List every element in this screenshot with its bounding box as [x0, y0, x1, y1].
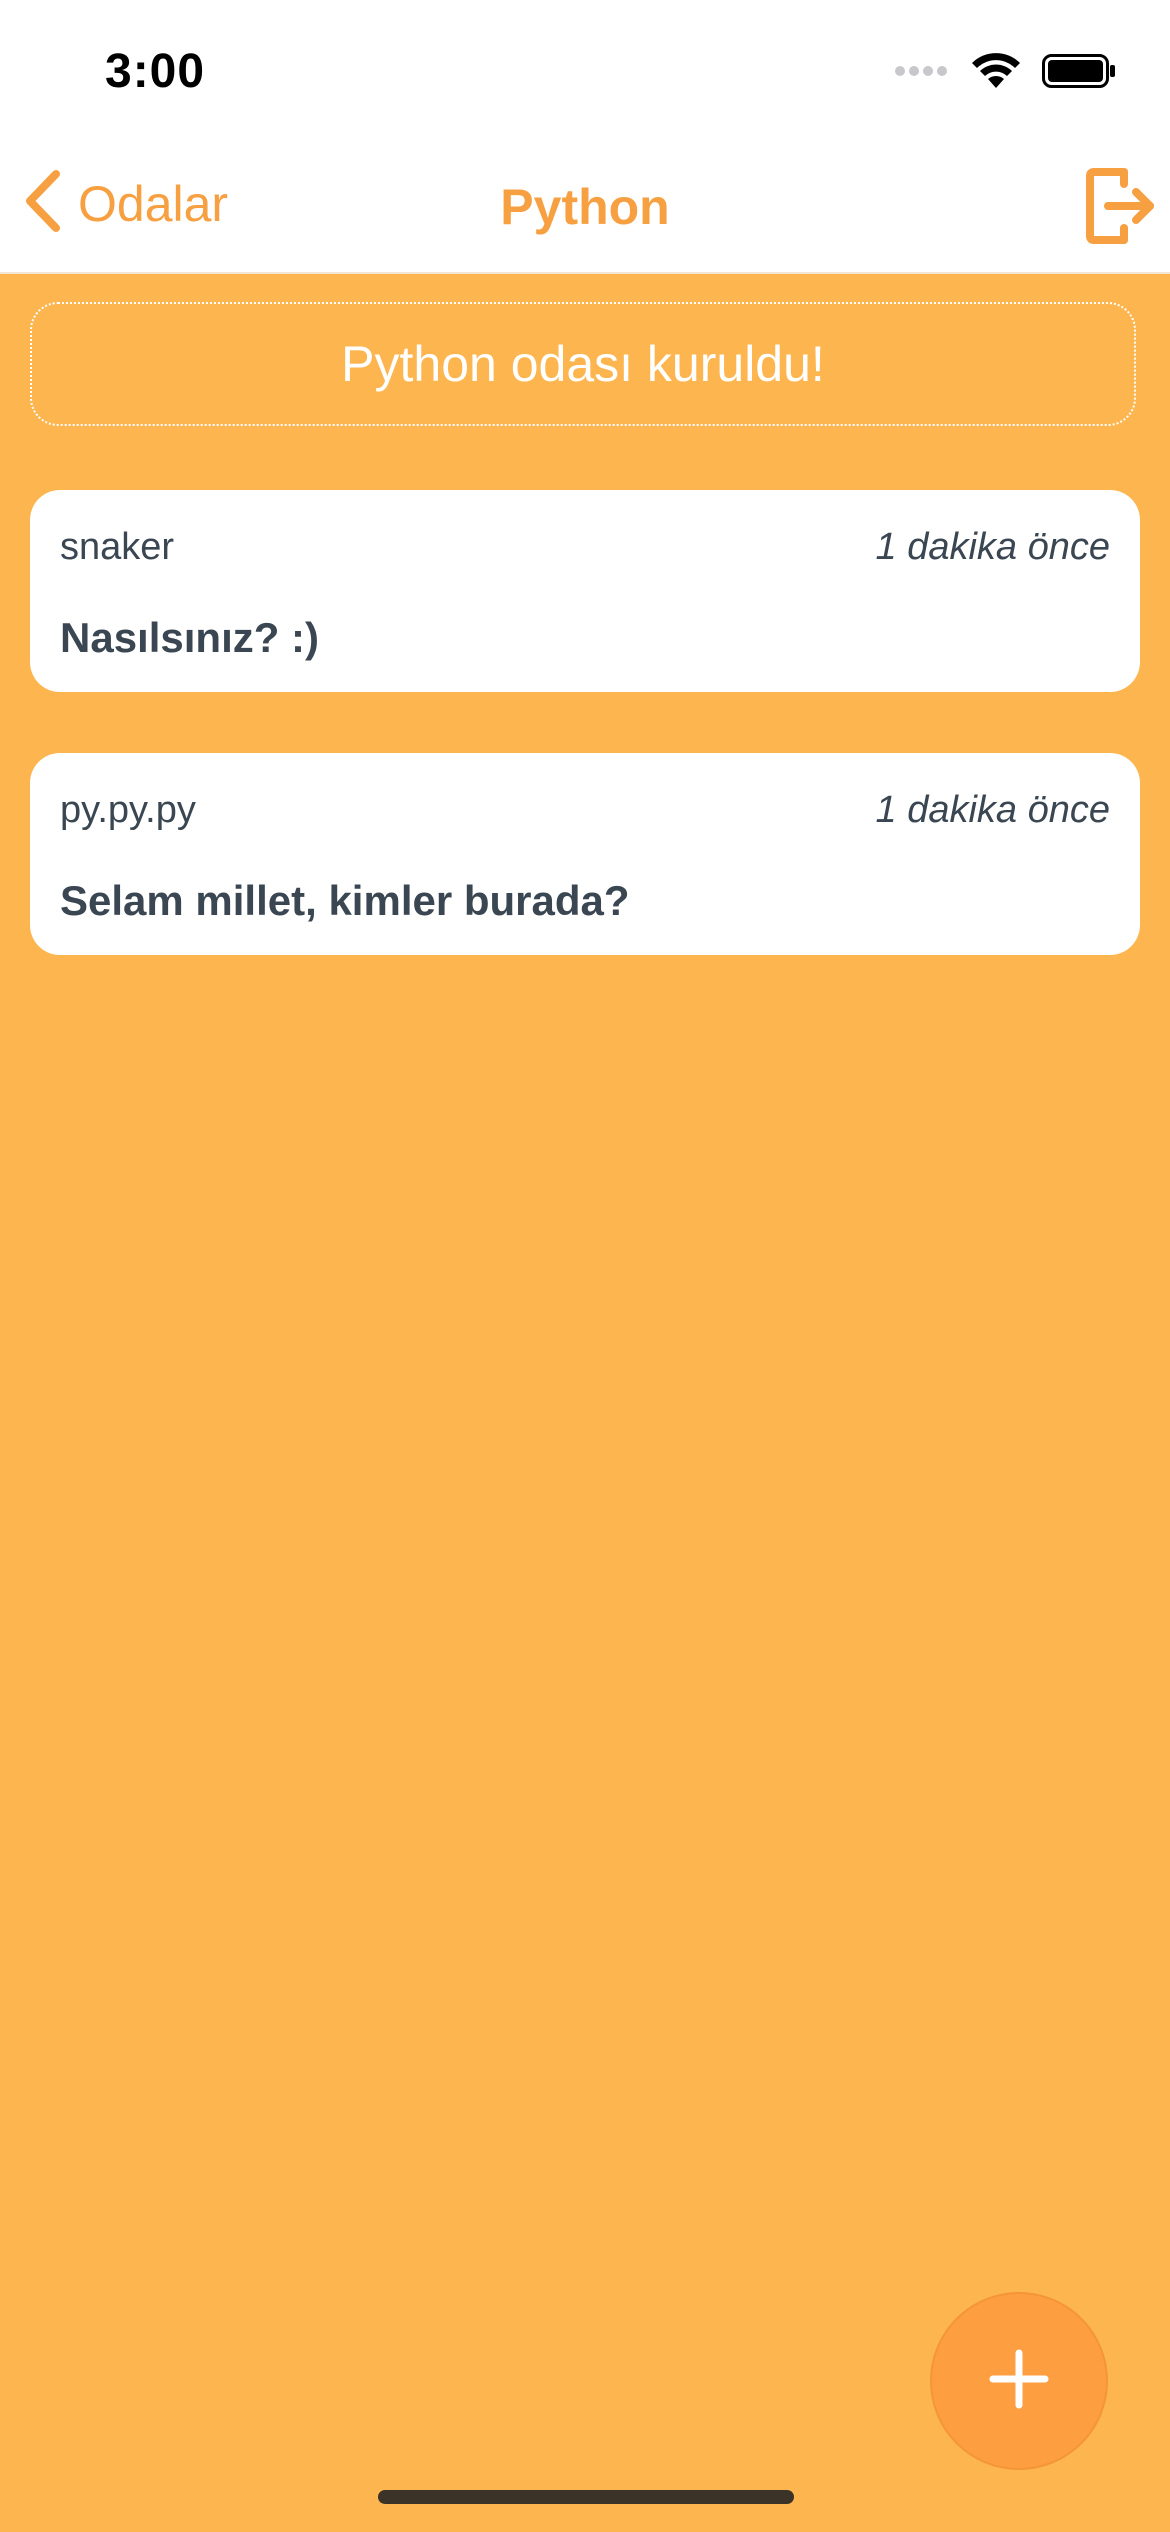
page-title: Python — [500, 179, 670, 235]
room-banner-text: Python odası kuruldu! — [341, 336, 825, 392]
wifi-icon — [970, 52, 1022, 95]
chat-room-screen: 3:00 Odalar Python Python odası kuruldu!… — [0, 0, 1170, 2532]
message-card[interactable]: py.py.py 1 dakika önce Selam millet, kim… — [30, 753, 1140, 955]
message-text: Selam millet, kimler burada? — [60, 877, 630, 924]
signal-icon — [894, 63, 950, 84]
exit-button[interactable] — [1084, 166, 1156, 251]
new-message-button[interactable] — [930, 2292, 1108, 2470]
message-timestamp: 1 dakika önce — [875, 526, 1111, 568]
header-area: 3:00 Odalar Python — [0, 0, 1170, 274]
message-card[interactable]: snaker 1 dakika önce Nasılsınız? :) — [30, 490, 1140, 692]
message-timestamp: 1 dakika önce — [875, 789, 1111, 831]
message-text: Nasılsınız? :) — [60, 614, 320, 661]
status-icons — [894, 52, 1116, 95]
plus-icon — [989, 2349, 1049, 2414]
battery-icon — [1042, 54, 1116, 93]
message-username: py.py.py — [60, 789, 196, 831]
status-time: 3:00 — [105, 45, 206, 98]
message-username: snaker — [60, 526, 175, 568]
home-indicator[interactable] — [378, 2490, 794, 2504]
room-created-banner: Python odası kuruldu! — [30, 302, 1136, 426]
exit-icon — [1084, 168, 1156, 250]
